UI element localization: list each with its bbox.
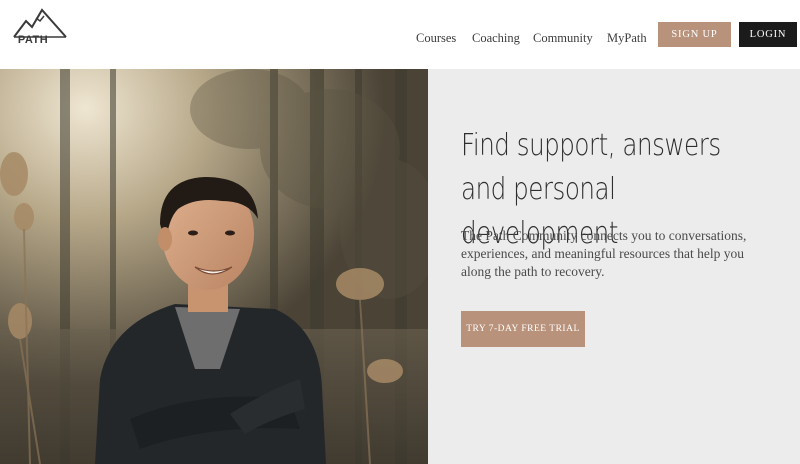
hero-image [0, 69, 428, 464]
login-button[interactable]: LOGIN [739, 22, 797, 47]
nav-item-community[interactable]: Community [533, 31, 593, 46]
signup-button[interactable]: SIGN UP [658, 22, 731, 47]
site-header: PATH Courses Coaching Community MyPath S… [0, 0, 800, 69]
hero-panel: Find support, answers and personal devel… [428, 69, 800, 464]
nav-item-courses[interactable]: Courses [416, 31, 456, 46]
hero-description: The Path Community connects you to conve… [461, 228, 747, 279]
nav-item-coaching[interactable]: Coaching [472, 31, 520, 46]
logo-text: PATH [17, 34, 49, 46]
free-trial-button[interactable]: TRY 7-DAY FREE TRIAL [461, 311, 585, 347]
nav-item-mypath[interactable]: MyPath [607, 31, 647, 46]
